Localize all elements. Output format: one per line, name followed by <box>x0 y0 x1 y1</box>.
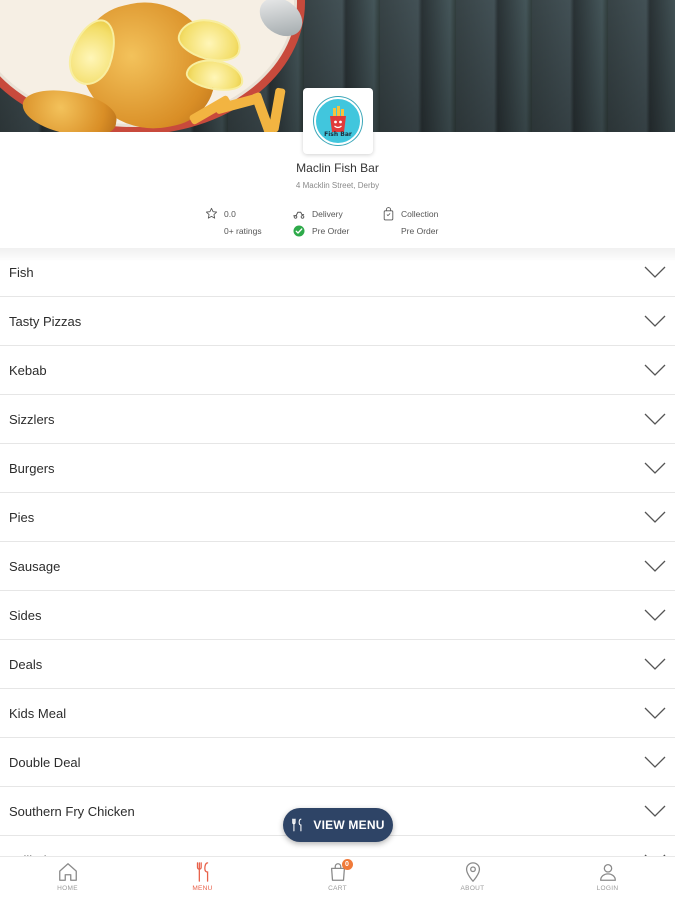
category-row-kebab[interactable]: Kebab <box>0 346 675 395</box>
category-label: Pies <box>9 509 35 525</box>
category-label: Sizzlers <box>9 411 55 427</box>
delivery-scooter-icon <box>292 207 306 221</box>
category-label: Sides <box>9 607 42 623</box>
check-circle-icon <box>292 224 306 238</box>
chevron-down-icon <box>644 364 666 376</box>
store-address: 4 Macklin Street, Derby <box>295 181 380 190</box>
nav-cart-label: CART <box>328 885 347 892</box>
category-row-sides[interactable]: Sides <box>0 591 675 640</box>
category-label: Sausage <box>9 558 61 574</box>
nav-about[interactable]: ABOUT <box>405 857 540 900</box>
collection-block: Collection Pre Order <box>381 205 438 239</box>
category-row-burgers[interactable]: Burgers <box>0 444 675 493</box>
nav-menu-label: MENU <box>192 885 213 892</box>
category-row-double-deal[interactable]: Double Deal <box>0 738 675 787</box>
bottom-nav: HOME MENU 0 CART ABOUT LOGIN <box>0 856 675 900</box>
store-name: Maclin Fish Bar <box>296 161 379 175</box>
chevron-down-icon <box>644 413 666 425</box>
rating-block: 0.0 0+ ratings <box>204 205 262 239</box>
nav-home-label: HOME <box>57 885 78 892</box>
chevron-down-icon <box>644 805 666 817</box>
home-icon <box>58 863 77 881</box>
chevron-down-icon <box>644 266 666 278</box>
category-label: Kids Meal <box>9 705 67 721</box>
chevron-down-icon <box>644 560 666 572</box>
chevron-down-icon <box>644 756 666 768</box>
rating-value: 0.0 <box>224 208 236 219</box>
collection-label: Collection <box>401 208 439 219</box>
chevron-down-icon <box>644 462 666 474</box>
logo-text: Fish Bar <box>324 131 352 138</box>
category-label: Fish <box>9 264 34 280</box>
delivery-label: Delivery <box>312 208 343 219</box>
chevron-down-icon <box>644 315 666 327</box>
nav-login-label: LOGIN <box>596 885 619 892</box>
category-label: Deals <box>9 656 43 672</box>
ratings-count: 0+ ratings <box>224 225 262 236</box>
category-label: Southern Fry Chicken <box>9 803 135 819</box>
cutlery-icon <box>292 818 302 832</box>
category-label: Kebab <box>9 362 47 378</box>
cutlery-icon <box>196 862 208 882</box>
category-row-pies[interactable]: Pies <box>0 493 675 542</box>
delivery-mode: Pre Order <box>312 225 350 236</box>
nav-login[interactable]: LOGIN <box>540 857 675 900</box>
nav-about-label: ABOUT <box>460 885 485 892</box>
star-icon <box>204 207 218 221</box>
collection-mode: Pre Order <box>401 225 439 236</box>
category-row-sausage[interactable]: Sausage <box>0 542 675 591</box>
chevron-down-icon <box>644 609 666 621</box>
nav-cart[interactable]: 0 CART <box>270 857 405 900</box>
category-row-tasty-pizzas[interactable]: Tasty Pizzas <box>0 297 675 346</box>
category-list: Fish Tasty Pizzas Kebab Sizzlers Burgers… <box>0 248 675 885</box>
category-row-deals[interactable]: Deals <box>0 640 675 689</box>
category-row-sizzlers[interactable]: Sizzlers <box>0 395 675 444</box>
category-row-fish[interactable]: Fish <box>0 248 675 297</box>
location-pin-icon <box>465 862 480 883</box>
category-label: Burgers <box>9 460 55 476</box>
user-icon <box>599 864 616 881</box>
nav-home[interactable]: HOME <box>0 857 135 900</box>
delivery-block: Delivery Pre Order <box>292 205 349 239</box>
view-menu-button[interactable]: VIEW MENU <box>283 808 393 842</box>
cart-badge: 0 <box>341 859 353 870</box>
chevron-down-icon <box>644 658 666 670</box>
view-menu-label: VIEW MENU <box>313 818 385 832</box>
store-logo: Fish Bar <box>303 88 373 154</box>
category-label: Tasty Pizzas <box>9 313 82 329</box>
chevron-down-icon <box>644 707 666 719</box>
category-label: Double Deal <box>9 754 81 770</box>
logo-emblem: Fish Bar <box>314 97 362 145</box>
collection-bag-icon <box>381 206 395 221</box>
nav-menu[interactable]: MENU <box>135 857 270 900</box>
chevron-down-icon <box>644 511 666 523</box>
category-row-kids-meal[interactable]: Kids Meal <box>0 689 675 738</box>
